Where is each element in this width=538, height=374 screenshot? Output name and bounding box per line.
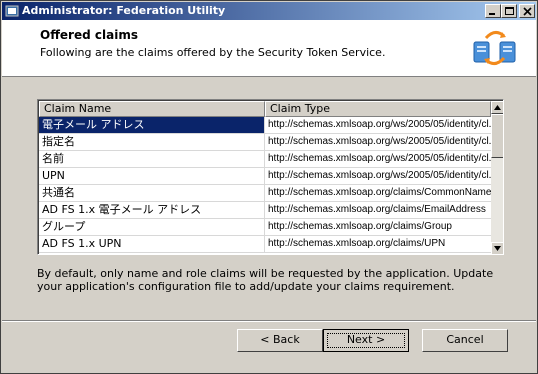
claims-list[interactable]: Claim Name Claim Type 電子メール アドレス http://… <box>37 99 504 255</box>
federation-icon <box>472 28 518 70</box>
table-row[interactable]: 名前 http://schemas.xmlsoap.org/ws/2005/05… <box>39 151 491 168</box>
page-subtitle: Following are the claims offered by the … <box>40 46 386 59</box>
close-button[interactable] <box>519 4 535 18</box>
app-icon <box>5 4 19 18</box>
minimize-icon <box>489 13 495 15</box>
window-title: Administrator: Federation Utility <box>22 4 226 17</box>
claim-type-cell: http://schemas.xmlsoap.org/claims/EmailA… <box>268 204 486 215</box>
scroll-up-icon <box>494 105 501 110</box>
scroll-down-icon <box>494 246 501 251</box>
table-row[interactable]: グループ http://schemas.xmlsoap.org/claims/G… <box>39 219 491 236</box>
claims-rows: 電子メール アドレス http://schemas.xmlsoap.org/ws… <box>39 117 491 253</box>
claim-type-cell: http://schemas.xmlsoap.org/ws/2005/05/id… <box>268 153 491 164</box>
claim-name-cell: 指定名 <box>39 134 265 150</box>
claims-list-inner: Claim Name Claim Type 電子メール アドレス http://… <box>38 100 503 254</box>
claim-type-cell: http://schemas.xmlsoap.org/ws/2005/05/id… <box>268 119 491 130</box>
wizard-header: Offered claims Following are the claims … <box>2 20 536 77</box>
page-title: Offered claims <box>40 28 138 42</box>
maximize-button[interactable] <box>501 4 517 18</box>
table-row[interactable]: AD FS 1.x 電子メール アドレス http://schemas.xmls… <box>39 202 491 219</box>
scroll-up-button[interactable] <box>491 101 503 114</box>
info-text: By default, only name and role claims wi… <box>37 267 494 293</box>
maximize-icon <box>505 7 514 15</box>
claim-type-cell: http://schemas.xmlsoap.org/claims/Group <box>268 221 452 232</box>
claim-type-cell: http://schemas.xmlsoap.org/claims/Common… <box>268 187 491 198</box>
table-row[interactable]: 電子メール アドレス http://schemas.xmlsoap.org/ws… <box>39 117 491 134</box>
table-row[interactable]: 指定名 http://schemas.xmlsoap.org/ws/2005/0… <box>39 134 491 151</box>
claim-type-cell: http://schemas.xmlsoap.org/ws/2005/05/id… <box>268 136 491 147</box>
claim-name-cell: AD FS 1.x 電子メール アドレス <box>39 202 265 218</box>
table-row[interactable]: AD FS 1.x UPN http://schemas.xmlsoap.org… <box>39 236 491 253</box>
claim-name-cell: AD FS 1.x UPN <box>39 236 265 252</box>
scroll-down-button[interactable] <box>491 242 503 254</box>
claim-name-cell: 電子メール アドレス <box>39 117 265 133</box>
column-header-claim-name[interactable]: Claim Name <box>39 101 265 117</box>
cancel-button[interactable]: Cancel <box>422 329 508 352</box>
dialog-window: Administrator: Federation Utility Offere… <box>0 0 538 374</box>
table-row[interactable]: UPN http://schemas.xmlsoap.org/ws/2005/0… <box>39 168 491 185</box>
minimize-button[interactable] <box>485 4 501 18</box>
title-bar[interactable]: Administrator: Federation Utility <box>2 2 536 20</box>
next-button[interactable]: Next > <box>323 329 409 352</box>
claim-type-cell: http://schemas.xmlsoap.org/claims/UPN <box>268 238 446 249</box>
vertical-scrollbar[interactable] <box>491 101 503 254</box>
claim-name-cell: 名前 <box>39 151 265 167</box>
footer-divider <box>2 320 536 322</box>
claim-name-cell: グループ <box>39 219 265 235</box>
table-row[interactable]: 共通名 http://schemas.xmlsoap.org/claims/Co… <box>39 185 491 202</box>
scrollbar-thumb[interactable] <box>491 114 503 158</box>
close-icon <box>523 7 532 16</box>
claim-type-cell: http://schemas.xmlsoap.org/ws/2005/05/id… <box>268 170 491 181</box>
column-header-claim-type[interactable]: Claim Type <box>265 101 491 117</box>
claim-name-cell: UPN <box>39 168 265 184</box>
back-button[interactable]: < Back <box>237 329 323 352</box>
claim-name-cell: 共通名 <box>39 185 265 201</box>
